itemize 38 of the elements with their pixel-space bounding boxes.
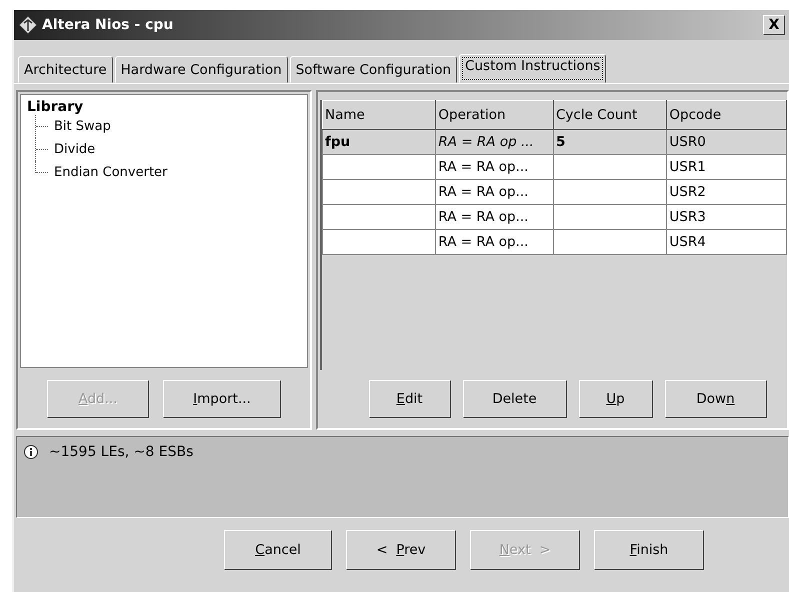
table-cell: fpu [322, 130, 436, 154]
button[interactable]: Delete [462, 380, 566, 418]
table-cell: RA = RA op... [436, 154, 554, 180]
button[interactable]: Import... [163, 380, 281, 418]
table-cell: USR0 [666, 130, 786, 154]
column-header[interactable]: Cycle Count [554, 100, 667, 130]
table-cell: RA = RA op... [436, 230, 554, 254]
info-message: ~1595 LEs, ~8 ESBs [49, 444, 194, 460]
button[interactable]: Down [664, 380, 766, 418]
table-cell: USR4 [666, 230, 786, 254]
table-cell: USR2 [666, 180, 786, 204]
tab[interactable]: Hardware Configuration [114, 56, 288, 83]
tab[interactable]: Software Configuration [290, 56, 458, 83]
column-header[interactable]: Opcode [666, 100, 786, 130]
tree-connector [35, 115, 50, 138]
table-cell: RA = RA op... [436, 204, 554, 230]
table-cell: RA = RA op... [436, 180, 554, 204]
tree-item[interactable]: Divide [54, 142, 96, 157]
table-cell: USR3 [666, 204, 786, 230]
tab[interactable]: Custom Instructions [459, 54, 606, 83]
column-header[interactable]: Operation [436, 100, 554, 130]
button[interactable]: Edit [368, 380, 450, 418]
window-title: Altera Nios - cpu [42, 17, 174, 33]
table-cell: 5 [554, 130, 667, 154]
info-icon [23, 444, 39, 460]
button[interactable]: Up [578, 380, 652, 418]
table-cell: RA = RA op ... [436, 130, 554, 154]
button[interactable]: < Prev [346, 530, 456, 570]
tree-item[interactable]: Endian Converter [54, 165, 168, 180]
button[interactable]: Cancel [224, 530, 332, 570]
close-button[interactable]: X [763, 15, 785, 35]
table-cell: USR1 [666, 154, 786, 180]
column-header[interactable]: Name [322, 100, 436, 130]
diamond-logo-icon [18, 15, 38, 35]
tab[interactable]: Architecture [18, 56, 113, 83]
tree-root[interactable]: Library [27, 99, 301, 115]
tree-item[interactable]: Bit Swap [54, 119, 111, 134]
button[interactable]: Finish [594, 530, 704, 570]
